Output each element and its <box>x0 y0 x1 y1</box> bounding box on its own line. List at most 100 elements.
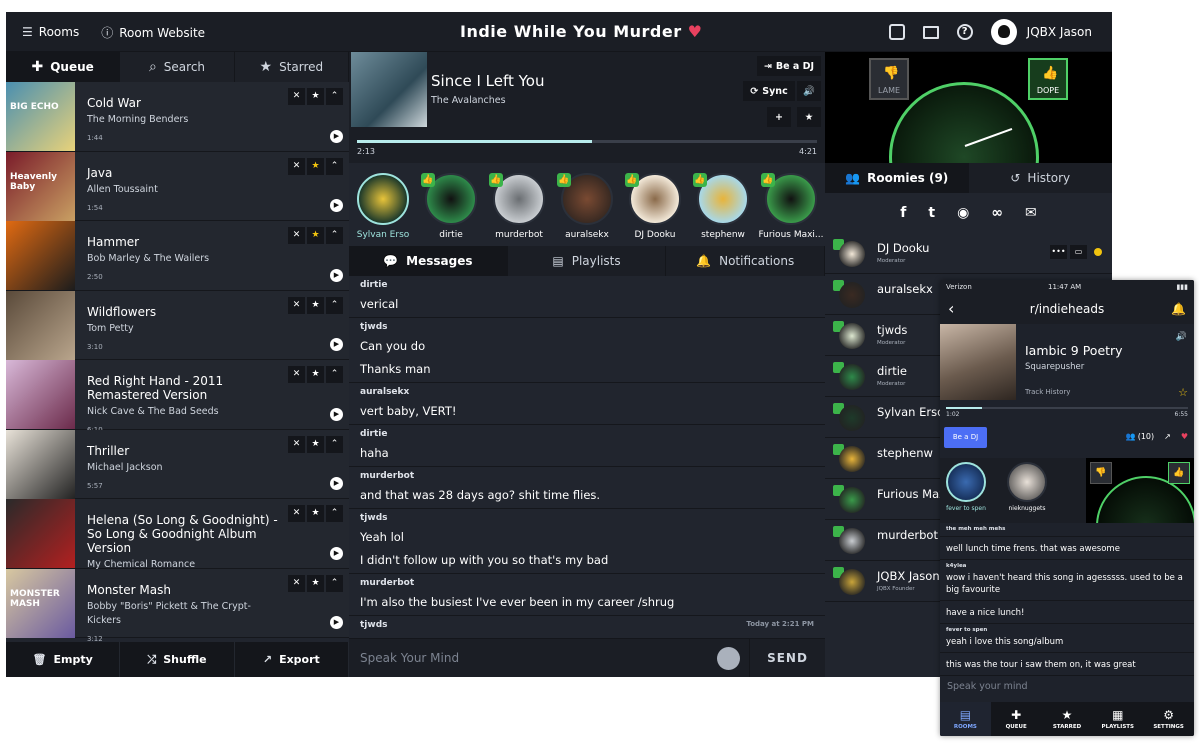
mobile-dj[interactable]: fever to spen <box>946 462 991 512</box>
chat-input[interactable]: Speak Your Mind <box>360 651 459 665</box>
move-up-button[interactable]: ⌃ <box>326 435 343 453</box>
add-track-button[interactable]: + <box>767 107 791 127</box>
room-website-button[interactable]: ⓘ Room Website <box>101 24 205 41</box>
user-avatar[interactable] <box>990 19 1017 45</box>
play-icon[interactable]: ▶ <box>330 199 343 212</box>
tab-messages[interactable]: 💬 Messages <box>349 246 508 276</box>
dj-slot[interactable]: 👍 DJ Dooku <box>621 163 689 245</box>
share-icon[interactable] <box>888 24 905 40</box>
remove-button[interactable]: ✕ <box>288 157 305 175</box>
track-history-link[interactable]: Track History <box>1025 388 1070 396</box>
play-icon[interactable]: ▶ <box>330 477 343 490</box>
dope-button[interactable]: 👍 DOPE <box>1028 58 1068 100</box>
track-progress-bar[interactable] <box>357 140 817 143</box>
heart-icon[interactable]: ♥ <box>688 22 703 41</box>
shuffle-button[interactable]: ⤮ Shuffle <box>120 642 235 677</box>
mobile-dj[interactable]: nieknuggets <box>1007 462 1052 512</box>
play-icon[interactable]: ▶ <box>330 338 343 351</box>
move-up-button[interactable]: ⌃ <box>326 157 343 175</box>
tab-history[interactable]: ↺ History <box>968 163 1112 193</box>
empty-button[interactable]: 🗑 Empty <box>6 642 121 677</box>
mobile-tab-playlists[interactable]: ▦ PLAYLISTS <box>1092 702 1143 736</box>
be-a-dj-button[interactable]: ⇥ Be a DJ <box>757 56 821 76</box>
volume-icon[interactable]: 🔊 <box>1176 332 1187 342</box>
remove-button[interactable]: ✕ <box>288 88 305 105</box>
play-icon[interactable]: ▶ <box>330 268 343 282</box>
move-up-button[interactable]: ⌃ <box>326 366 343 383</box>
user-name[interactable]: JQBX Jason <box>1027 25 1092 39</box>
queue-item[interactable]: MONSTER MASH Monster Mash Bobby "Boris" Pi… <box>6 568 349 642</box>
star-button[interactable]: ★ <box>307 366 324 383</box>
star-button[interactable]: ★ <box>307 574 324 592</box>
twitter-icon[interactable]: t <box>928 205 935 221</box>
remove-button[interactable]: ✕ <box>288 296 305 314</box>
queue-item[interactable]: Wildflowers Tom Petty 3:10 ✕ ★ ⌃ ▶ <box>6 290 349 360</box>
tab-playlists[interactable]: ▤ Playlists <box>507 246 667 276</box>
send-button[interactable]: SEND <box>749 639 825 677</box>
monitor-icon[interactable]: ▭ <box>1070 245 1087 259</box>
move-up-button[interactable]: ⌃ <box>326 574 343 592</box>
move-up-button[interactable]: ⌃ <box>326 227 343 244</box>
bell-icon[interactable]: 🔔 <box>1171 294 1186 324</box>
mobile-tab-queue[interactable]: ✚ QUEUE <box>991 702 1042 736</box>
queue-item[interactable]: Heavenly Baby Java Allen Toussaint 1:54 ✕ ★ ⌃ ▶ <box>6 151 349 221</box>
dj-slot[interactable]: 👍 stephenw <box>689 163 757 245</box>
thumbs-up-icon[interactable]: 👍 <box>1168 462 1190 484</box>
more-icon[interactable]: ••• <box>1050 245 1067 259</box>
volume-button[interactable]: 🔊 <box>797 81 821 101</box>
queue-item[interactable]: BIG ECHO Cold War The Morning Benders 1:44 ✕… <box>6 82 349 152</box>
dj-slot[interactable]: 👍 auralsekx <box>553 163 621 245</box>
move-up-button[interactable]: ⌃ <box>326 296 343 314</box>
remove-button[interactable]: ✕ <box>288 435 305 453</box>
remove-button[interactable]: ✕ <box>288 505 305 522</box>
queue-item[interactable]: Thriller Michael Jackson 5:57 ✕ ★ ⌃ ▶ <box>6 429 349 499</box>
mobile-be-a-dj-button[interactable]: Be a DJ <box>944 427 987 448</box>
dj-slot[interactable]: 👍 dirtie <box>417 163 485 245</box>
help-icon[interactable]: ? <box>956 24 973 40</box>
remove-button[interactable]: ✕ <box>288 227 305 244</box>
dj-slot[interactable]: Sylvan Erso <box>349 163 417 245</box>
sync-button[interactable]: ⟳ Sync <box>743 81 795 101</box>
play-icon[interactable]: ▶ <box>330 129 343 143</box>
mobile-chat-input[interactable]: Speak your mind <box>940 675 1194 702</box>
star-button[interactable]: ★ <box>307 435 324 453</box>
dj-slot[interactable]: 👍 Furious Maxi... <box>757 163 825 245</box>
play-icon[interactable]: ▶ <box>330 546 343 560</box>
dj-slot[interactable]: 👍 murderbot <box>485 163 553 245</box>
tab-notifications[interactable]: 🔔 Notifications <box>666 246 826 276</box>
lame-button[interactable]: 👎 LAME <box>869 58 909 100</box>
users-icon[interactable]: 👥 <box>1126 432 1136 441</box>
export-button[interactable]: ↗ Export <box>235 642 349 677</box>
queue-item[interactable]: Hammer Bob Marley & The Wailers 2:50 ✕ ★ ⌃ ▶ <box>6 221 349 291</box>
remove-button[interactable]: ✕ <box>288 574 305 592</box>
email-icon[interactable]: ✉ <box>1025 205 1037 221</box>
move-up-button[interactable]: ⌃ <box>326 505 343 522</box>
tab-starred[interactable]: ★ Starred <box>234 52 349 82</box>
mobile-tab-starred[interactable]: ★ STARRED <box>1042 702 1093 736</box>
queue-item[interactable]: Helena (So Long & Goodnight) - So Long &… <box>6 499 349 587</box>
reddit-icon[interactable]: ◉ <box>957 205 969 221</box>
star-button[interactable]: ★ <box>307 88 324 105</box>
star-icon[interactable]: ☆ <box>1178 386 1188 399</box>
star-button[interactable]: ★ <box>307 227 324 244</box>
link-icon[interactable]: ∞ <box>991 205 1003 221</box>
rooms-button[interactable]: ☰ Rooms <box>22 25 79 39</box>
play-icon[interactable]: ▶ <box>330 407 343 421</box>
roomie-row[interactable]: DJ Dooku Moderator ••• ▭ <box>825 233 1112 274</box>
tab-roomies[interactable]: 👥 Roomies (9) <box>825 163 969 193</box>
queue-item[interactable]: Red Right Hand - 2011 Remastered Version… <box>6 360 349 434</box>
star-button[interactable]: ★ <box>307 505 324 522</box>
emoji-icon[interactable] <box>717 647 740 670</box>
heart-icon[interactable]: ♥ <box>1181 432 1188 441</box>
monitor-icon[interactable] <box>922 25 939 39</box>
mobile-tab-rooms[interactable]: ▤ ROOMS <box>940 702 991 736</box>
thumbs-down-icon[interactable]: 👎 <box>1090 462 1112 484</box>
tab-queue[interactable]: ✚ Queue <box>6 52 121 82</box>
back-icon[interactable]: ‹ <box>948 294 954 324</box>
remove-button[interactable]: ✕ <box>288 366 305 383</box>
mobile-progress-bar[interactable] <box>946 407 1188 409</box>
facebook-icon[interactable]: f <box>900 205 906 221</box>
star-track-button[interactable]: ★ <box>797 107 821 127</box>
play-icon[interactable]: ▶ <box>330 616 343 629</box>
mobile-tab-settings[interactable]: ⚙ SETTINGS <box>1143 702 1194 736</box>
